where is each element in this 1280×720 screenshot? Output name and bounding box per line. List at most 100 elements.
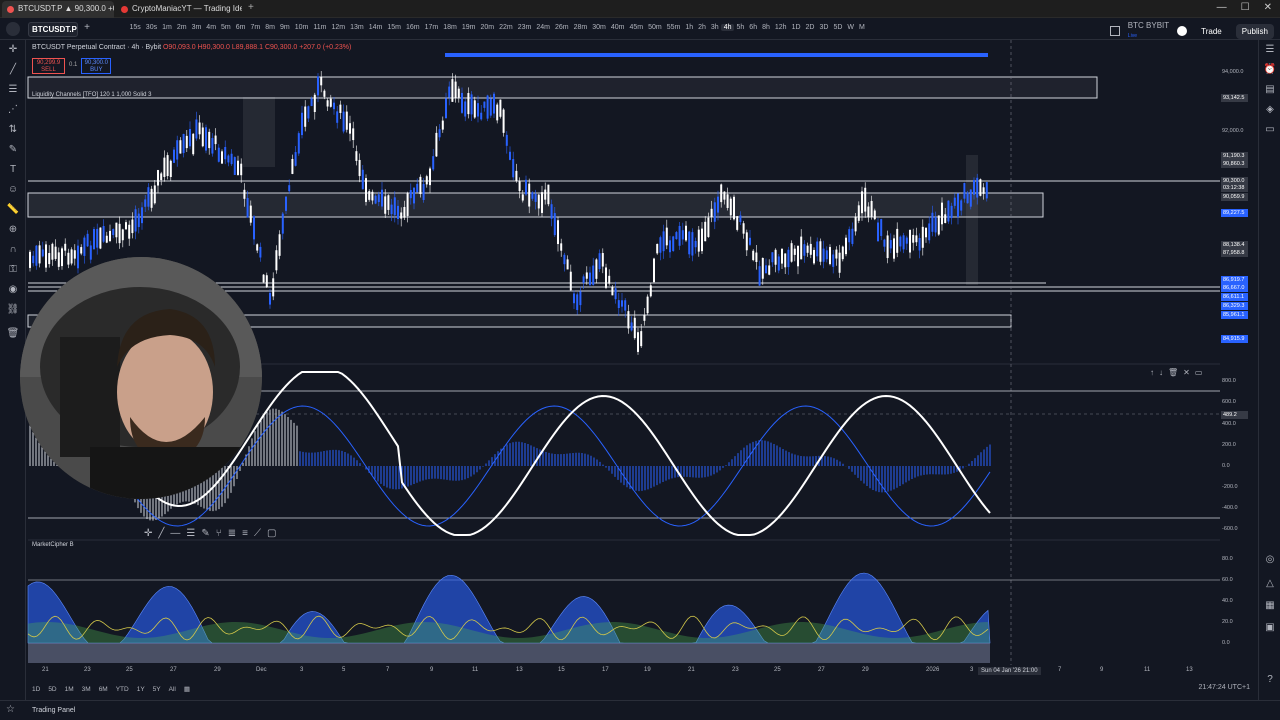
candle-body (211, 138, 214, 154)
price-tag: 86,919.7 (1221, 276, 1248, 284)
candle-body (486, 95, 489, 119)
candle-body (624, 300, 627, 311)
move-down-icon[interactable]: ↓ (1159, 368, 1163, 377)
maximize-pane-icon[interactable]: ▭ (1195, 368, 1203, 377)
candle-body (547, 184, 550, 205)
candle-body (240, 163, 243, 176)
candle-body (566, 259, 569, 270)
pencil-icon[interactable]: ✎ (201, 528, 209, 539)
candle-body (246, 198, 249, 218)
candle-body (579, 291, 582, 306)
candle-body (729, 198, 732, 216)
fork-icon[interactable]: ⑂ (216, 528, 222, 539)
range-YTD[interactable]: YTD (112, 686, 133, 693)
candle-body (349, 123, 351, 134)
candle-body (614, 288, 617, 300)
candle-body (253, 216, 255, 240)
candle-body (432, 156, 435, 170)
candle-body (38, 245, 41, 264)
time-label: 7 (1058, 667, 1062, 673)
candle-body (57, 252, 60, 267)
indicator-legend[interactable]: Liquidity Channels [TFO] 120 1 1,000 Sol… (32, 92, 151, 98)
candle-body (198, 122, 201, 135)
candle-body (275, 250, 278, 271)
marketcipher-legend[interactable]: MarketCipher B (32, 542, 74, 548)
star-icon[interactable]: ☆ (6, 704, 15, 715)
rect-icon[interactable]: ▢ (267, 528, 276, 539)
sell-button[interactable]: 90,299.9 SELL (32, 58, 65, 74)
candle-body (358, 159, 361, 177)
candle-body (32, 255, 35, 264)
candle-body (336, 111, 339, 123)
range-3M[interactable]: 3M (78, 686, 95, 693)
lines-icon[interactable]: ≡ (242, 528, 248, 539)
time-label: 27 (170, 667, 177, 673)
list-icon[interactable]: ☰ (186, 528, 195, 539)
range-1M[interactable]: 1M (61, 686, 78, 693)
candle-body (553, 213, 556, 236)
candle-body (557, 220, 559, 245)
candle-body (797, 245, 799, 267)
candle-body (160, 173, 163, 181)
candle-body (819, 241, 822, 262)
range-1D[interactable]: 1D (28, 686, 44, 693)
candle-body (361, 169, 364, 190)
move-up-icon[interactable]: ↑ (1150, 368, 1154, 377)
candle-body (125, 222, 127, 230)
hline-icon[interactable]: — (170, 528, 180, 539)
candle-body (720, 184, 723, 203)
candle-body (784, 253, 787, 268)
range-5Y[interactable]: 5Y (149, 686, 165, 693)
channel-icon[interactable]: ≣ (228, 528, 236, 539)
candle-body (96, 228, 99, 248)
candle-body (35, 245, 38, 266)
candle-body (201, 127, 204, 147)
buy-button[interactable]: 90,300.0 BUY (81, 58, 112, 74)
price-tag: 86,611.1 (1221, 293, 1248, 301)
price-tag: 93,142.5 (1221, 94, 1248, 102)
time-axis[interactable]: 21 23 25 27 29 Dec 3 5 7 9 11 13 15 17 19 21 23 25 27 29 202… (28, 665, 1220, 677)
candle-body (390, 204, 393, 215)
wand-icon[interactable]: ⟋ (254, 528, 261, 539)
candle-body (86, 233, 89, 247)
candle-body (640, 331, 643, 347)
utc-clock[interactable]: 21:47:24 UTC+1 (1198, 684, 1250, 691)
range-5D[interactable]: 5D (44, 686, 60, 693)
calendar-icon[interactable]: ▦ (180, 685, 194, 693)
close-pane-icon[interactable]: ✕ (1183, 368, 1190, 377)
candle-body (352, 128, 355, 141)
price-tag: 90,860.3 (1221, 160, 1248, 168)
candle-body (502, 109, 505, 133)
candle-body (80, 247, 83, 254)
range-1Y[interactable]: 1Y (133, 686, 149, 693)
tradingview-app: BTCUSDT.P ▲ 90,300.0 +0.3% CryptoManiacY… (0, 0, 1280, 720)
candle-body (544, 189, 547, 200)
delete-pane-icon[interactable]: 🗑 (1168, 368, 1178, 377)
candle-body (48, 253, 51, 265)
candle-body (822, 248, 825, 262)
candle-body (621, 300, 623, 307)
time-label: 23 (732, 667, 739, 673)
price-tag: 91,190.3 (1221, 152, 1248, 160)
trading-panel-tab[interactable]: Trading Panel (32, 707, 75, 714)
candle-body (89, 245, 92, 260)
cross-icon[interactable]: ✛ (144, 528, 152, 539)
candle-body (585, 272, 588, 279)
range-All[interactable]: All (165, 686, 180, 693)
price-scale[interactable]: 94,000.092,000.090,000.088,000.086,000.0… (1220, 40, 1258, 668)
candle-body (67, 252, 70, 265)
time-label: 5 (342, 667, 346, 673)
candle-body (397, 205, 399, 219)
range-6M[interactable]: 6M (95, 686, 112, 693)
candle-body (224, 147, 227, 160)
price-tag: 86,667.0 (1221, 284, 1248, 292)
candle-body (515, 170, 518, 181)
candle-body (381, 189, 383, 207)
candle-body (825, 250, 828, 260)
candle-body (217, 147, 220, 162)
candle-body (525, 179, 527, 195)
candle-body (61, 248, 63, 267)
bottom-panel-bar: ☆ Trading Panel (0, 700, 1280, 720)
candle-body (739, 215, 742, 223)
line-icon[interactable]: ╱ (158, 528, 164, 539)
